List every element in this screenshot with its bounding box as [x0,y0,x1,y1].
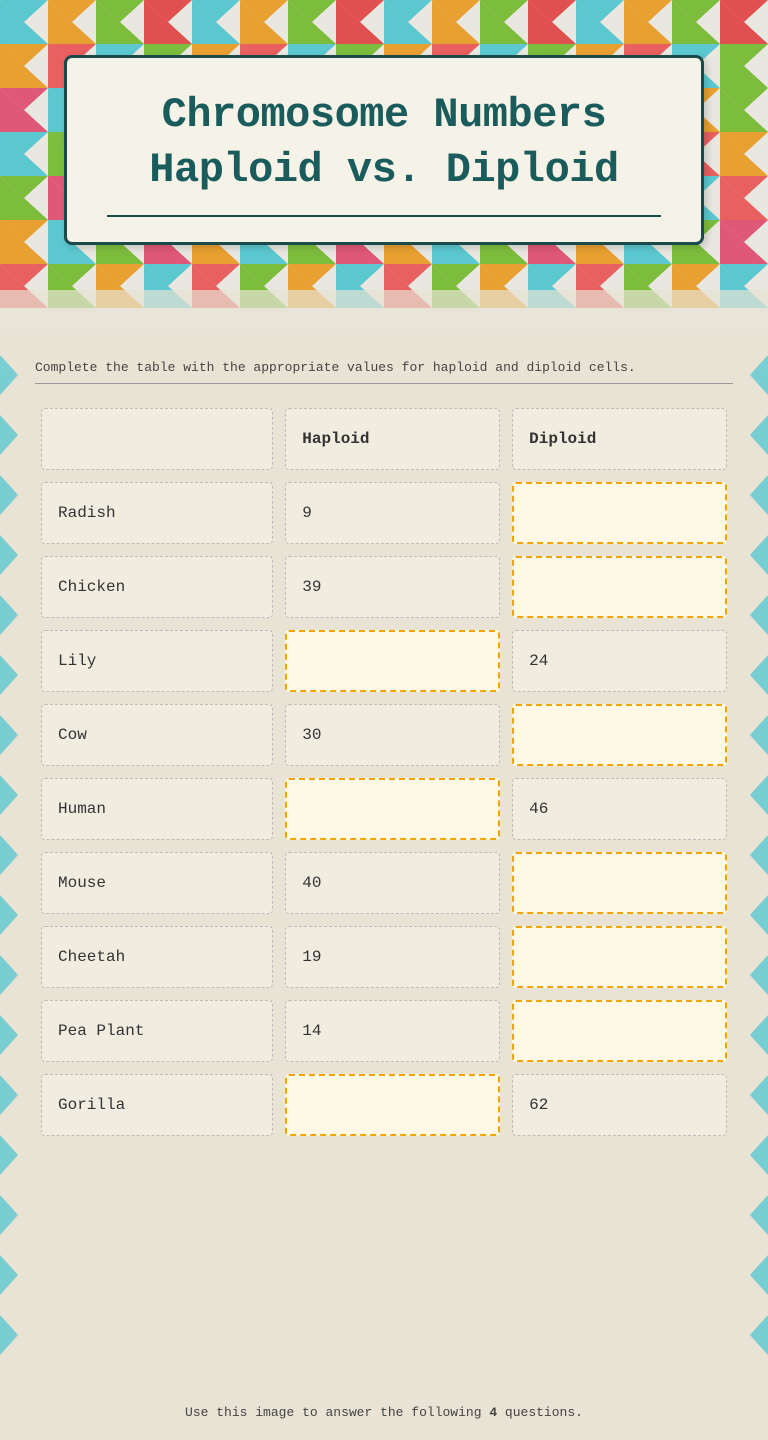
table-row: Gorilla 62 [35,1068,733,1142]
page-title: Chromosome Numbers Haploid vs. Diploid [107,88,661,197]
title-box: Chromosome Numbers Haploid vs. Diploid [64,55,704,245]
organism-label-0: Radish [41,482,273,544]
cell-organism-7: Pea Plant [35,994,279,1068]
haploid-value-1: 39 [285,556,500,618]
cell-haploid-5: 40 [279,846,506,920]
header-diploid: Diploid [512,408,727,470]
organism-label-5: Mouse [41,852,273,914]
header-haploid: Haploid [285,408,500,470]
cell-diploid-1[interactable] [506,550,733,624]
cell-diploid-6[interactable] [506,920,733,994]
cell-diploid-7[interactable] [506,994,733,1068]
table-row: Radish9 [35,476,733,550]
table-row: Cow30 [35,698,733,772]
diploid-input-3[interactable] [512,704,727,766]
diploid-input-0[interactable] [512,482,727,544]
cell-organism-0: Radish [35,476,279,550]
organism-label-2: Lily [41,630,273,692]
table-header-row: Haploid Diploid [35,402,733,476]
header-haploid-cell: Haploid [279,402,506,476]
cell-diploid-8: 62 [506,1068,733,1142]
header-organism-cell [35,402,279,476]
cell-diploid-3[interactable] [506,698,733,772]
cell-organism-2: Lily [35,624,279,698]
bottom-area: Use this image to answer the Use this im… [0,1380,768,1440]
cell-haploid-4[interactable] [279,772,506,846]
header-pattern: Chromosome Numbers Haploid vs. Diploid [0,0,768,335]
haploid-value-3: 30 [285,704,500,766]
table-row: Pea Plant14 [35,994,733,1068]
cell-organism-3: Cow [35,698,279,772]
cell-haploid-2[interactable] [279,624,506,698]
haploid-value-7: 14 [285,1000,500,1062]
table-row: Lily 24 [35,624,733,698]
haploid-value-5: 40 [285,852,500,914]
diploid-input-1[interactable] [512,556,727,618]
cell-haploid-1: 39 [279,550,506,624]
cell-haploid-3: 30 [279,698,506,772]
table-row: Mouse40 [35,846,733,920]
bottom-text: Use this image to answer the Use this im… [35,1405,733,1420]
cell-organism-1: Chicken [35,550,279,624]
organism-label-4: Human [41,778,273,840]
cell-haploid-8[interactable] [279,1068,506,1142]
haploid-input-4[interactable] [285,778,500,840]
table-row: Chicken39 [35,550,733,624]
diploid-value-4: 46 [512,778,727,840]
cell-haploid-6: 19 [279,920,506,994]
chromosome-table: Haploid Diploid Radish9Chicken39Lily24Co… [35,402,733,1142]
cell-diploid-4: 46 [506,772,733,846]
table-row: Human 46 [35,772,733,846]
cell-organism-6: Cheetah [35,920,279,994]
organism-label-3: Cow [41,704,273,766]
diploid-value-8: 62 [512,1074,727,1136]
diploid-input-6[interactable] [512,926,727,988]
header-diploid-cell: Diploid [506,402,733,476]
haploid-input-8[interactable] [285,1074,500,1136]
cell-diploid-0[interactable] [506,476,733,550]
cell-organism-8: Gorilla [35,1068,279,1142]
cell-organism-5: Mouse [35,846,279,920]
instruction-text: Complete the table with the appropriate … [35,360,733,384]
cell-organism-4: Human [35,772,279,846]
diploid-input-5[interactable] [512,852,727,914]
page-wrapper: Chromosome Numbers Haploid vs. Diploid C… [0,0,768,1440]
cell-haploid-0: 9 [279,476,506,550]
organism-label-1: Chicken [41,556,273,618]
cell-diploid-2: 24 [506,624,733,698]
cell-diploid-5[interactable] [506,846,733,920]
organism-label-7: Pea Plant [41,1000,273,1062]
haploid-value-6: 19 [285,926,500,988]
organism-label-6: Cheetah [41,926,273,988]
organism-label-8: Gorilla [41,1074,273,1136]
main-content: Complete the table with the appropriate … [0,335,768,1380]
haploid-value-0: 9 [285,482,500,544]
cell-haploid-7: 14 [279,994,506,1068]
haploid-input-2[interactable] [285,630,500,692]
diploid-input-7[interactable] [512,1000,727,1062]
diploid-value-2: 24 [512,630,727,692]
table-row: Cheetah19 [35,920,733,994]
header-organism [41,408,273,470]
